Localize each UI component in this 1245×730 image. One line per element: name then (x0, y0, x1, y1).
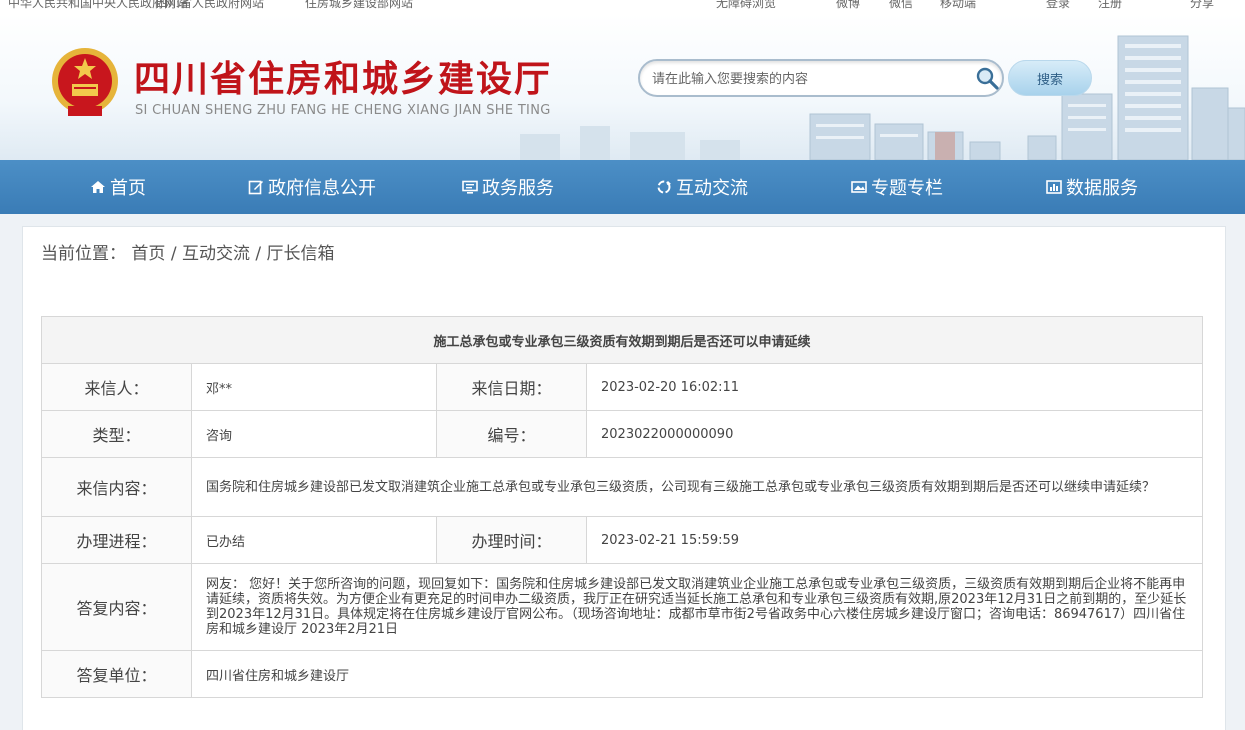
nav-label: 专题专栏 (871, 178, 943, 199)
date-value: 2023-02-20 16:02:11 (585, 363, 1204, 411)
link-login[interactable]: 登录 (1046, 0, 1070, 11)
nav-item-gov-info[interactable]: 政府信息公开 (248, 160, 376, 214)
link-accessibility[interactable]: 无障碍浏览 (716, 0, 776, 11)
table-row: 来信内容： 国务院和住房城乡建设部已发文取消建筑企业施工总承包或专业承包三级资质… (41, 457, 1204, 517)
breadcrumb-interaction[interactable]: 互动交流 (182, 244, 250, 264)
breadcrumb-separator: / (255, 244, 262, 264)
nav-label: 数据服务 (1066, 178, 1138, 199)
breadcrumb-separator: / (170, 244, 177, 264)
main-nav: 首页 政府信息公开 政务服务 互动交流 专题专栏 数据服务 (0, 160, 1245, 214)
top-utility-bar: 中华人民共和国中央人民政府网站 四川省人民政府网站 住房城乡建设部网站 无障碍浏… (0, 0, 1245, 14)
link-weibo[interactable]: 微博 (836, 0, 860, 11)
nav-label: 政务服务 (482, 178, 554, 199)
breadcrumb: 当前位置： 首页 / 互动交流 / 厅长信箱 (41, 239, 335, 264)
recycle-icon (657, 180, 671, 194)
search-box (638, 59, 1004, 97)
sender-value: 邓** (191, 363, 437, 411)
site-title: 四川省住房和城乡建设厅 (134, 58, 553, 100)
date-label: 来信日期： (436, 363, 587, 411)
nav-item-interaction[interactable]: 互动交流 (656, 160, 748, 214)
unit-value: 四川省住房和城乡建设厅 (190, 650, 1204, 698)
breadcrumb-prefix: 当前位置： (41, 244, 126, 264)
edit-icon (248, 180, 263, 195)
handle-time-value: 2023-02-21 15:59:59 (585, 516, 1204, 564)
progress-value: 已办结 (191, 516, 437, 564)
link-mobile[interactable]: 移动端 (940, 0, 976, 11)
search-button[interactable]: 搜索 (1008, 60, 1092, 96)
letter-title-row: 施工总承包或专业承包三级资质有效期到期后是否还可以申请延续 (40, 316, 1204, 364)
link-mohurd[interactable]: 住房城乡建设部网站 (305, 0, 413, 11)
content-label: 来信内容： (41, 457, 192, 517)
reply-value: 网友： 您好！关于您所咨询的问题，现回复如下：国务院和住房城乡建设部已发文取消建… (190, 563, 1204, 651)
number-value: 2023022000000090 (585, 410, 1204, 458)
table-row: 类型： 咨询 编号： 2023022000000090 (41, 410, 1204, 458)
search-input[interactable] (652, 69, 972, 89)
unit-label: 答复单位： (41, 650, 192, 698)
nav-label: 首页 (110, 178, 146, 199)
breadcrumb-mailbox[interactable]: 厅长信箱 (267, 244, 335, 264)
link-sichuan-gov[interactable]: 四川省人民政府网站 (156, 0, 264, 11)
table-row: 答复单位： 四川省住房和城乡建设厅 (41, 650, 1204, 698)
nav-label: 互动交流 (676, 178, 748, 199)
home-icon (91, 181, 105, 193)
type-label: 类型： (41, 410, 192, 458)
monitor-icon (462, 180, 478, 194)
table-row: 答复内容： 网友： 您好！关于您所咨询的问题，现回复如下：国务院和住房城乡建设部… (41, 563, 1204, 651)
table-row: 办理进程： 已办结 办理时间： 2023-02-21 15:59:59 (41, 516, 1204, 564)
nav-item-services[interactable]: 政务服务 (462, 160, 554, 214)
content-panel: 当前位置： 首页 / 互动交流 / 厅长信箱 施工总承包或专业承包三级资质有效期… (22, 226, 1226, 730)
national-emblem-logo (52, 48, 118, 116)
image-icon (851, 181, 867, 193)
type-value: 咨询 (191, 410, 437, 458)
table-row: 来信人： 邓** 来信日期： 2023-02-20 16:02:11 (41, 363, 1204, 411)
search-icon[interactable] (974, 65, 1000, 91)
link-wechat[interactable]: 微信 (889, 0, 913, 11)
link-share[interactable]: 分享 (1190, 0, 1214, 11)
number-label: 编号： (436, 410, 587, 458)
nav-item-topics[interactable]: 专题专栏 (851, 160, 943, 214)
site-subtitle: SI CHUAN SHENG ZHU FANG HE CHENG XIANG J… (135, 103, 551, 118)
reply-label: 答复内容： (41, 563, 192, 651)
letter-detail-table: 施工总承包或专业承包三级资质有效期到期后是否还可以申请延续 来信人： 邓** 来… (40, 316, 1204, 698)
handle-time-label: 办理时间： (436, 516, 587, 564)
site-header: 四川省住房和城乡建设厅 SI CHUAN SHENG ZHU FANG HE C… (0, 14, 1245, 160)
progress-label: 办理进程： (41, 516, 192, 564)
nav-label: 政府信息公开 (268, 178, 376, 199)
content-value: 国务院和住房城乡建设部已发文取消建筑企业施工总承包或专业承包三级资质，公司现有三… (190, 457, 1204, 517)
chart-icon (1046, 180, 1062, 194)
nav-item-data[interactable]: 数据服务 (1046, 160, 1138, 214)
sender-label: 来信人： (41, 363, 192, 411)
link-register[interactable]: 注册 (1098, 0, 1122, 11)
breadcrumb-home[interactable]: 首页 (131, 244, 165, 264)
letter-title: 施工总承包或专业承包三级资质有效期到期后是否还可以申请延续 (40, 316, 1204, 364)
nav-item-home[interactable]: 首页 (90, 160, 146, 214)
